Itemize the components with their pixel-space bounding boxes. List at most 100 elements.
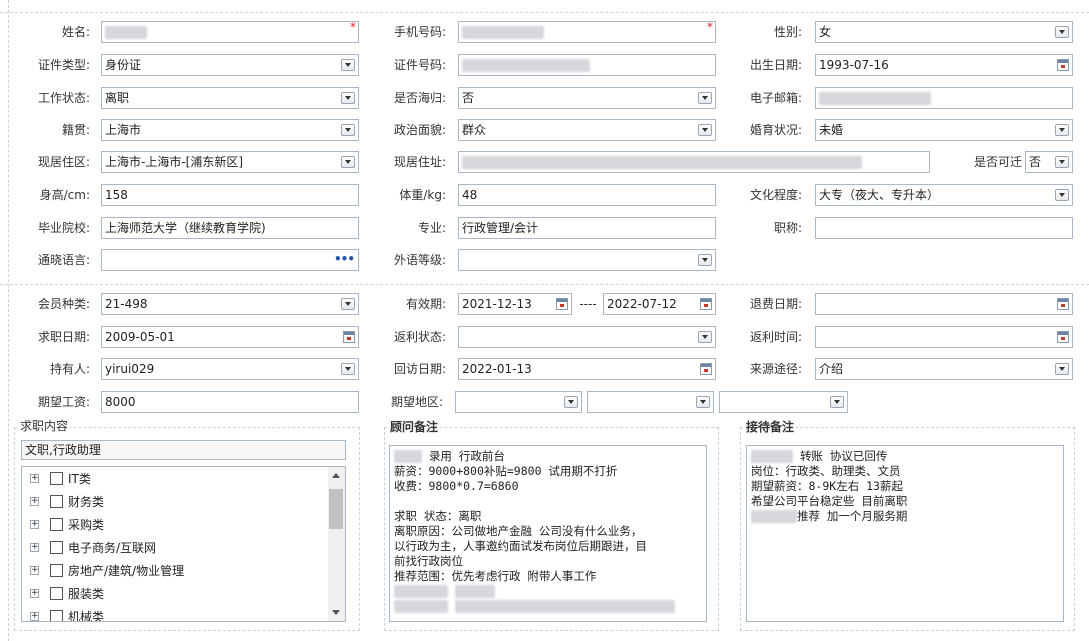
calendar-icon[interactable] (700, 298, 712, 310)
dropdown-arrow-icon[interactable] (1055, 156, 1069, 168)
dropdown-arrow-icon[interactable] (1055, 189, 1069, 201)
salary-field[interactable]: 8000 (101, 391, 359, 413)
reception-notes-textarea[interactable]: 转账 协议已回传 岗位：行政类、助理类、文员 期望薪资：8-9K左右 13薪起 … (746, 445, 1064, 622)
foreign-level-select[interactable] (458, 249, 716, 271)
major-field[interactable]: 行政管理/会计 (458, 217, 716, 239)
dropdown-arrow-icon[interactable] (341, 59, 355, 71)
source-select[interactable]: 介绍 (815, 358, 1073, 380)
weight-field[interactable]: 48 (458, 184, 716, 206)
member-type-label: 会员种类: (37, 297, 90, 311)
dropdown-arrow-icon[interactable] (341, 124, 355, 136)
note-line: 转账 协议已回传 (751, 449, 1059, 464)
consultant-notes-textarea[interactable]: 录用 行政前台 薪资：9000+800补贴=9800 试用期不打折 收费：980… (389, 445, 707, 622)
relocate-select[interactable]: 否 (1025, 151, 1073, 173)
calendar-icon[interactable] (343, 331, 355, 343)
rebate-time-label: 返利时间: (749, 330, 802, 344)
holder-select[interactable]: yirui029 (101, 358, 359, 380)
job-title-field[interactable] (815, 217, 1073, 239)
calendar-icon[interactable] (700, 363, 712, 375)
dropdown-arrow-icon[interactable] (698, 92, 712, 104)
checkbox[interactable] (50, 587, 63, 600)
source-value: 介绍 (819, 362, 844, 376)
holder-label: 持有人: (49, 362, 90, 376)
checkbox[interactable] (50, 564, 63, 577)
expand-plus-icon[interactable]: + (30, 543, 39, 552)
checkbox[interactable] (50, 472, 63, 485)
foreign-level-label: 外语等级: (393, 253, 446, 267)
expand-plus-icon[interactable]: + (30, 520, 39, 529)
dropdown-arrow-icon[interactable] (341, 298, 355, 310)
height-label: 身高/cm: (39, 188, 90, 202)
region-province-select[interactable] (455, 391, 582, 413)
checkbox[interactable] (50, 495, 63, 508)
scroll-down-icon[interactable] (332, 610, 340, 615)
native-select[interactable]: 上海市 (101, 119, 359, 141)
work-status-label: 工作状态: (37, 91, 90, 105)
dropdown-arrow-icon[interactable] (341, 156, 355, 168)
member-type-select[interactable]: 21-498 (101, 293, 359, 315)
region-city-select[interactable] (587, 391, 714, 413)
returnee-value: 否 (462, 91, 475, 105)
visit-date-field[interactable]: 2022-01-13 (458, 358, 716, 380)
region-district-select[interactable] (719, 391, 848, 413)
calendar-icon[interactable] (556, 298, 568, 310)
work-status-value: 离职 (105, 91, 130, 105)
name-field[interactable]: * (101, 21, 359, 43)
gender-select[interactable]: 女 (815, 21, 1073, 43)
job-date-field[interactable]: 2009-05-01 (101, 326, 359, 348)
dropdown-arrow-icon[interactable] (564, 396, 578, 408)
calendar-icon[interactable] (1057, 298, 1069, 310)
calendar-icon[interactable] (1057, 331, 1069, 343)
required-mark: * (350, 21, 356, 34)
rebate-time-field[interactable] (815, 326, 1073, 348)
redacted-text (751, 450, 793, 463)
political-label: 政治面貌: (393, 123, 446, 137)
dropdown-arrow-icon[interactable] (1055, 26, 1069, 38)
political-select[interactable]: 群众 (458, 119, 716, 141)
residence-area-select[interactable]: 上海市-上海市-[浦东新区] (101, 151, 359, 173)
refund-date-field[interactable] (815, 293, 1073, 315)
scroll-thumb[interactable] (329, 489, 343, 529)
validity-to-field[interactable]: 2022-07-12 (603, 293, 716, 315)
more-options-icon[interactable]: ••• (334, 250, 355, 269)
expand-plus-icon[interactable]: + (30, 474, 39, 483)
tree-scrollbar[interactable] (328, 467, 345, 621)
phone-field[interactable]: * (458, 21, 716, 43)
dropdown-arrow-icon[interactable] (341, 363, 355, 375)
school-field[interactable]: 上海师范大学（继续教育学院) (101, 217, 359, 239)
note-line: 推荐 加一个月服务期 (751, 509, 1059, 524)
job-content-selected[interactable]: 文职,行政助理 (21, 440, 346, 460)
work-status-select[interactable]: 离职 (101, 87, 359, 109)
expand-plus-icon[interactable]: + (30, 566, 39, 575)
dropdown-arrow-icon[interactable] (698, 254, 712, 266)
checkbox[interactable] (50, 518, 63, 531)
checkbox[interactable] (50, 610, 63, 621)
id-number-field[interactable] (458, 54, 716, 76)
validity-from-field[interactable]: 2021-12-13 (458, 293, 572, 315)
note-line: 期望薪资：8-9K左右 13薪起 (751, 479, 903, 493)
dropdown-arrow-icon[interactable] (830, 396, 844, 408)
education-select[interactable]: 大专（夜大、专升本） (815, 184, 1073, 206)
dropdown-arrow-icon[interactable] (1055, 363, 1069, 375)
height-field[interactable]: 158 (101, 184, 359, 206)
address-field[interactable] (458, 151, 930, 173)
birth-date-field[interactable]: 1993-07-16 (815, 54, 1073, 76)
scroll-up-icon[interactable] (332, 473, 340, 478)
calendar-icon[interactable] (1057, 59, 1069, 71)
dropdown-arrow-icon[interactable] (698, 124, 712, 136)
expand-plus-icon[interactable]: + (30, 589, 39, 598)
language-field[interactable]: ••• (101, 249, 359, 271)
dropdown-arrow-icon[interactable] (1055, 124, 1069, 136)
returnee-select[interactable]: 否 (458, 87, 716, 109)
marital-select[interactable]: 未婚 (815, 119, 1073, 141)
checkbox[interactable] (50, 541, 63, 554)
dropdown-arrow-icon[interactable] (341, 92, 355, 104)
dropdown-arrow-icon[interactable] (698, 331, 712, 343)
rebate-status-select[interactable] (458, 326, 716, 348)
expand-plus-icon[interactable]: + (30, 497, 39, 506)
expand-plus-icon[interactable]: + (30, 612, 39, 621)
email-field[interactable] (815, 87, 1073, 109)
school-value: 上海师范大学（继续教育学院) (105, 221, 266, 235)
dropdown-arrow-icon[interactable] (696, 396, 710, 408)
id-type-select[interactable]: 身份证 (101, 54, 359, 76)
